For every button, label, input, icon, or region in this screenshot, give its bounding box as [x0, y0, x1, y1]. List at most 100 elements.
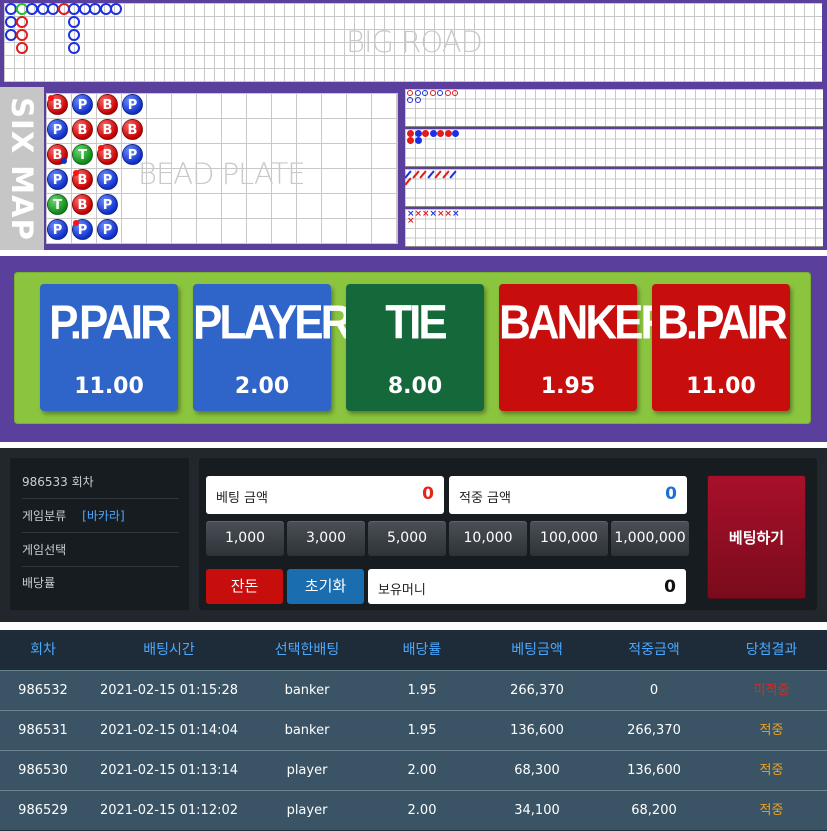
- derived-roads: × × × × × × × ×: [405, 89, 823, 248]
- bet-player-button[interactable]: PLAYER 2.00: [193, 284, 352, 411]
- chip-1000000-button[interactable]: 1,000,000: [611, 521, 689, 556]
- fourth-road-mark: ×: [422, 209, 430, 219]
- chip-3000-button[interactable]: 3,000: [287, 521, 365, 556]
- cell-result: 적중: [759, 723, 784, 738]
- cell-odds: 1.95: [407, 723, 437, 738]
- bead-plate-mark: B: [47, 94, 68, 115]
- small-road-mark: [422, 130, 429, 137]
- cell-choice: banker: [284, 723, 330, 738]
- small-road-mark: [407, 130, 414, 137]
- table-row: 986530 2021-02-15 01:13:14 player 2.00 6…: [0, 750, 827, 790]
- cell-bet-amount: 266,370: [510, 683, 564, 698]
- bet-options-panel: P.PAIR 11.00 PLAYER 2.00 TIE 8.00 BANKER…: [0, 256, 827, 442]
- cell-round: 986529: [18, 803, 68, 818]
- cell-time: 2021-02-15 01:12:02: [99, 803, 239, 818]
- big-eye-road-mark: [444, 90, 451, 96]
- bead-plate-mark: P: [97, 169, 118, 190]
- small-road-mark: [437, 130, 444, 137]
- col-win-amount: 적중금액: [628, 642, 680, 658]
- cell-bet-amount: 136,600: [510, 723, 564, 738]
- big-road-mark: [15, 16, 28, 28]
- pair-dot: [98, 145, 104, 151]
- fourth-road-mark: ×: [414, 209, 423, 219]
- big-eye-road-mark: [452, 90, 458, 96]
- bet-odds: 11.00: [74, 374, 144, 399]
- bead-plate-mark: B: [122, 119, 143, 140]
- bet-player-pair-button[interactable]: P.PAIR 11.00: [40, 284, 178, 411]
- big-eye-road-mark: [429, 90, 436, 96]
- betting-controls: 986533 회차 게임분류 [바카라] 게임선택 배당률 베팅 금액 0 적중 …: [0, 448, 827, 622]
- fourth-road-mark: ×: [437, 209, 445, 219]
- bet-odds: 2.00: [234, 374, 290, 399]
- balance-value: 0: [664, 577, 676, 597]
- small-road-mark: [429, 130, 437, 137]
- cockroach-road-mark: [405, 177, 412, 186]
- cell-win-amount: 136,600: [627, 763, 681, 778]
- big-eye-road-mark: [414, 97, 421, 103]
- bet-name: BANKER: [499, 295, 672, 350]
- round-number: 986533 회차: [22, 466, 179, 499]
- table-row: 986532 2021-02-15 01:15:28 banker 1.95 2…: [0, 670, 827, 710]
- bet-amount-field[interactable]: 베팅 금액 0: [206, 476, 444, 514]
- pair-dot: [61, 158, 67, 164]
- reset-button[interactable]: 초기화: [287, 569, 364, 604]
- small-road-mark: [444, 130, 452, 137]
- bead-plate-mark: P: [122, 144, 143, 165]
- table-row: 986531 2021-02-15 01:14:04 banker 1.95 1…: [0, 710, 827, 750]
- small-road-mark: [414, 137, 422, 144]
- cell-win-amount: 0: [649, 683, 659, 698]
- bead-plate-mark: P: [122, 94, 143, 115]
- cell-round: 986531: [18, 723, 68, 738]
- cell-odds: 1.95: [407, 683, 437, 698]
- big-road-mark: [68, 16, 80, 28]
- bead-plate-mark: P: [47, 219, 68, 240]
- chip-5000-button[interactable]: 5,000: [368, 521, 446, 556]
- small-road-mark: [414, 130, 422, 137]
- bead-plate-mark: B: [72, 194, 93, 215]
- bead-plate-watermark: BEAD PLATE: [138, 157, 306, 191]
- win-amount-label: 적중 금액: [459, 491, 511, 506]
- pair-dot: [48, 95, 54, 101]
- big-eye-road-mark: [407, 97, 413, 103]
- bead-plate-mark: B: [72, 169, 93, 190]
- cell-bet-amount: 34,100: [514, 803, 560, 818]
- bet-input-panel: 베팅 금액 0 적중 금액 0 1,000 3,000 5,000 10,000…: [199, 458, 817, 610]
- big-road-panel: BIG ROAD: [0, 0, 827, 87]
- cell-odds: 2.00: [407, 763, 437, 778]
- big-eye-road-mark: [414, 90, 421, 96]
- col-odds: 배당률: [402, 642, 442, 658]
- bead-plate-mark: B: [97, 94, 118, 115]
- bet-name: P.PAIR: [49, 295, 172, 350]
- bet-odds: 1.95: [540, 374, 596, 399]
- big-road-mark: [68, 42, 80, 54]
- bet-banker-button[interactable]: BANKER 1.95: [499, 284, 672, 411]
- bead-plate-mark: T: [72, 144, 93, 165]
- bead-plate-grid: BEAD PLATE BPBPTPPBTBBPBBBPPPPBP: [46, 93, 398, 244]
- cell-round: 986530: [18, 763, 68, 778]
- big-road-mark: [15, 42, 28, 54]
- pair-dot: [73, 220, 79, 226]
- game-type-value: [바카라]: [82, 509, 125, 523]
- chip-1000-button[interactable]: 1,000: [206, 521, 284, 556]
- big-road-mark: [68, 29, 80, 41]
- bead-plate-mark: B: [97, 119, 118, 140]
- big-eye-road-mark: [407, 90, 413, 96]
- bet-tie-button[interactable]: TIE 8.00: [346, 284, 484, 411]
- fourth-road-mark: ×: [444, 209, 453, 219]
- chip-100000-button[interactable]: 100,000: [530, 521, 608, 556]
- table-row: 986529 2021-02-15 01:12:02 player 2.00 3…: [0, 790, 827, 830]
- bead-plate-mark: B: [97, 144, 118, 165]
- cell-round: 986532: [18, 683, 68, 698]
- chip-10000-button[interactable]: 10,000: [449, 521, 527, 556]
- bead-plate-mark: P: [97, 194, 118, 215]
- cockroach-road-mark: [419, 170, 427, 179]
- balance-label: 보유머니: [378, 583, 426, 598]
- place-bet-button[interactable]: 베팅하기: [707, 475, 806, 599]
- remaining-change-button[interactable]: 잔돈: [206, 569, 283, 604]
- bet-name: B.PAIR: [657, 295, 788, 350]
- cell-result: 적중: [759, 763, 784, 778]
- bet-amount-label: 베팅 금액: [216, 491, 268, 506]
- big-road-watermark: BIG ROAD: [346, 25, 483, 59]
- cell-choice: banker: [284, 683, 330, 698]
- bet-banker-pair-button[interactable]: B.PAIR 11.00: [652, 284, 790, 411]
